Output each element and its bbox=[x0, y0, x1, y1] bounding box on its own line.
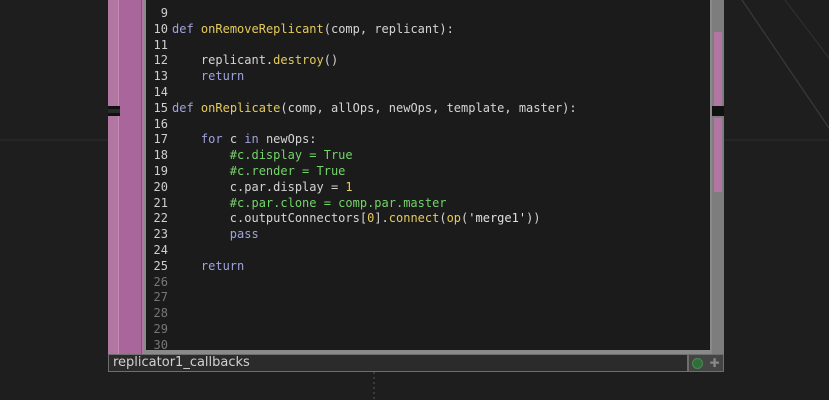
viewer-toggle-icon[interactable] bbox=[692, 358, 703, 369]
code-line: 15 def onReplicate(comp, allOps, newOps, … bbox=[146, 100, 577, 116]
code-editor[interactable]: 9 10 def onRemoveReplicant(comp, replicant… bbox=[146, 0, 710, 350]
line-number: 17 bbox=[153, 132, 168, 147]
code-line: 20 c.par.display = 1 bbox=[146, 179, 353, 195]
line-number: 15 bbox=[153, 100, 168, 115]
code-line: 16 bbox=[146, 116, 172, 132]
line-number: 9 bbox=[160, 6, 168, 20]
node-controls: ✚ bbox=[688, 354, 724, 372]
line-text: c.outputConnectors[0].connect(op('merge1… bbox=[172, 211, 541, 226]
code-line: 27 bbox=[146, 289, 172, 305]
line-number: 13 bbox=[153, 69, 168, 84]
line-text: def onReplicate(comp, allOps, newOps, te… bbox=[172, 100, 577, 115]
code-line: 26 bbox=[146, 274, 172, 290]
line-number: 12 bbox=[153, 53, 168, 68]
line-text: return bbox=[200, 69, 245, 84]
code-line: 24 bbox=[146, 242, 172, 258]
code-line: 14 bbox=[146, 84, 172, 100]
code-line: 17 for c in newOps: bbox=[146, 131, 317, 147]
input-connector[interactable] bbox=[108, 106, 120, 116]
node-right-strip bbox=[712, 0, 724, 354]
node-name-label[interactable]: replicator1_callbacks bbox=[108, 354, 688, 372]
line-text: pass bbox=[229, 227, 259, 242]
line-number: 27 bbox=[153, 290, 168, 305]
code-line: 19 #c.render = True bbox=[146, 163, 346, 179]
node-left-strip bbox=[108, 0, 144, 354]
code-line: 28 bbox=[146, 305, 172, 321]
code-line: 9 bbox=[146, 5, 172, 21]
line-number: 23 bbox=[153, 227, 168, 242]
code-line: 13 return bbox=[146, 68, 245, 84]
line-text: #c.par.clone = comp.par.master bbox=[229, 195, 447, 210]
code-line: 21 #c.par.clone = comp.par.master bbox=[146, 195, 447, 211]
code-line: 25 return bbox=[146, 258, 245, 274]
code-line: 23 pass bbox=[146, 226, 259, 242]
code-line: 11 bbox=[146, 37, 172, 53]
line-number: 11 bbox=[153, 37, 168, 52]
line-number: 10 bbox=[153, 21, 168, 36]
code-line: 22 c.outputConnectors[0].connect(op('mer… bbox=[146, 210, 541, 226]
output-connector[interactable] bbox=[712, 106, 724, 116]
line-number: 14 bbox=[153, 85, 168, 99]
code-line: 12 replicant.destroy() bbox=[146, 52, 339, 68]
line-text: return bbox=[200, 258, 245, 273]
line-text: def onRemoveReplicant(comp, replicant): bbox=[172, 21, 454, 36]
line-number: 26 bbox=[153, 274, 168, 289]
line-text: #c.display = True bbox=[229, 148, 353, 163]
line-number: 20 bbox=[153, 179, 168, 194]
plus-icon[interactable]: ✚ bbox=[709, 357, 720, 369]
line-text: c.par.display = 1 bbox=[172, 179, 353, 194]
code-line: 30 bbox=[146, 337, 172, 350]
line-number: 28 bbox=[153, 306, 168, 321]
line-number: 19 bbox=[153, 164, 168, 178]
line-number: 18 bbox=[153, 148, 168, 163]
code-line: 10 def onRemoveReplicant(comp, replicant)… bbox=[146, 21, 454, 37]
line-number: 22 bbox=[153, 211, 168, 226]
code-line: 18 #c.display = True bbox=[146, 147, 353, 163]
line-text: for c in newOps: bbox=[200, 132, 317, 147]
line-text: replicant.destroy() bbox=[172, 53, 339, 68]
line-number: 29 bbox=[153, 322, 168, 336]
line-number: 24 bbox=[153, 243, 168, 257]
line-number: 30 bbox=[153, 337, 168, 350]
line-number: 21 bbox=[153, 195, 168, 210]
line-number: 16 bbox=[153, 116, 168, 131]
line-number: 25 bbox=[153, 258, 168, 273]
code-line: 29 bbox=[146, 321, 172, 337]
line-text: #c.render = True bbox=[229, 164, 346, 178]
